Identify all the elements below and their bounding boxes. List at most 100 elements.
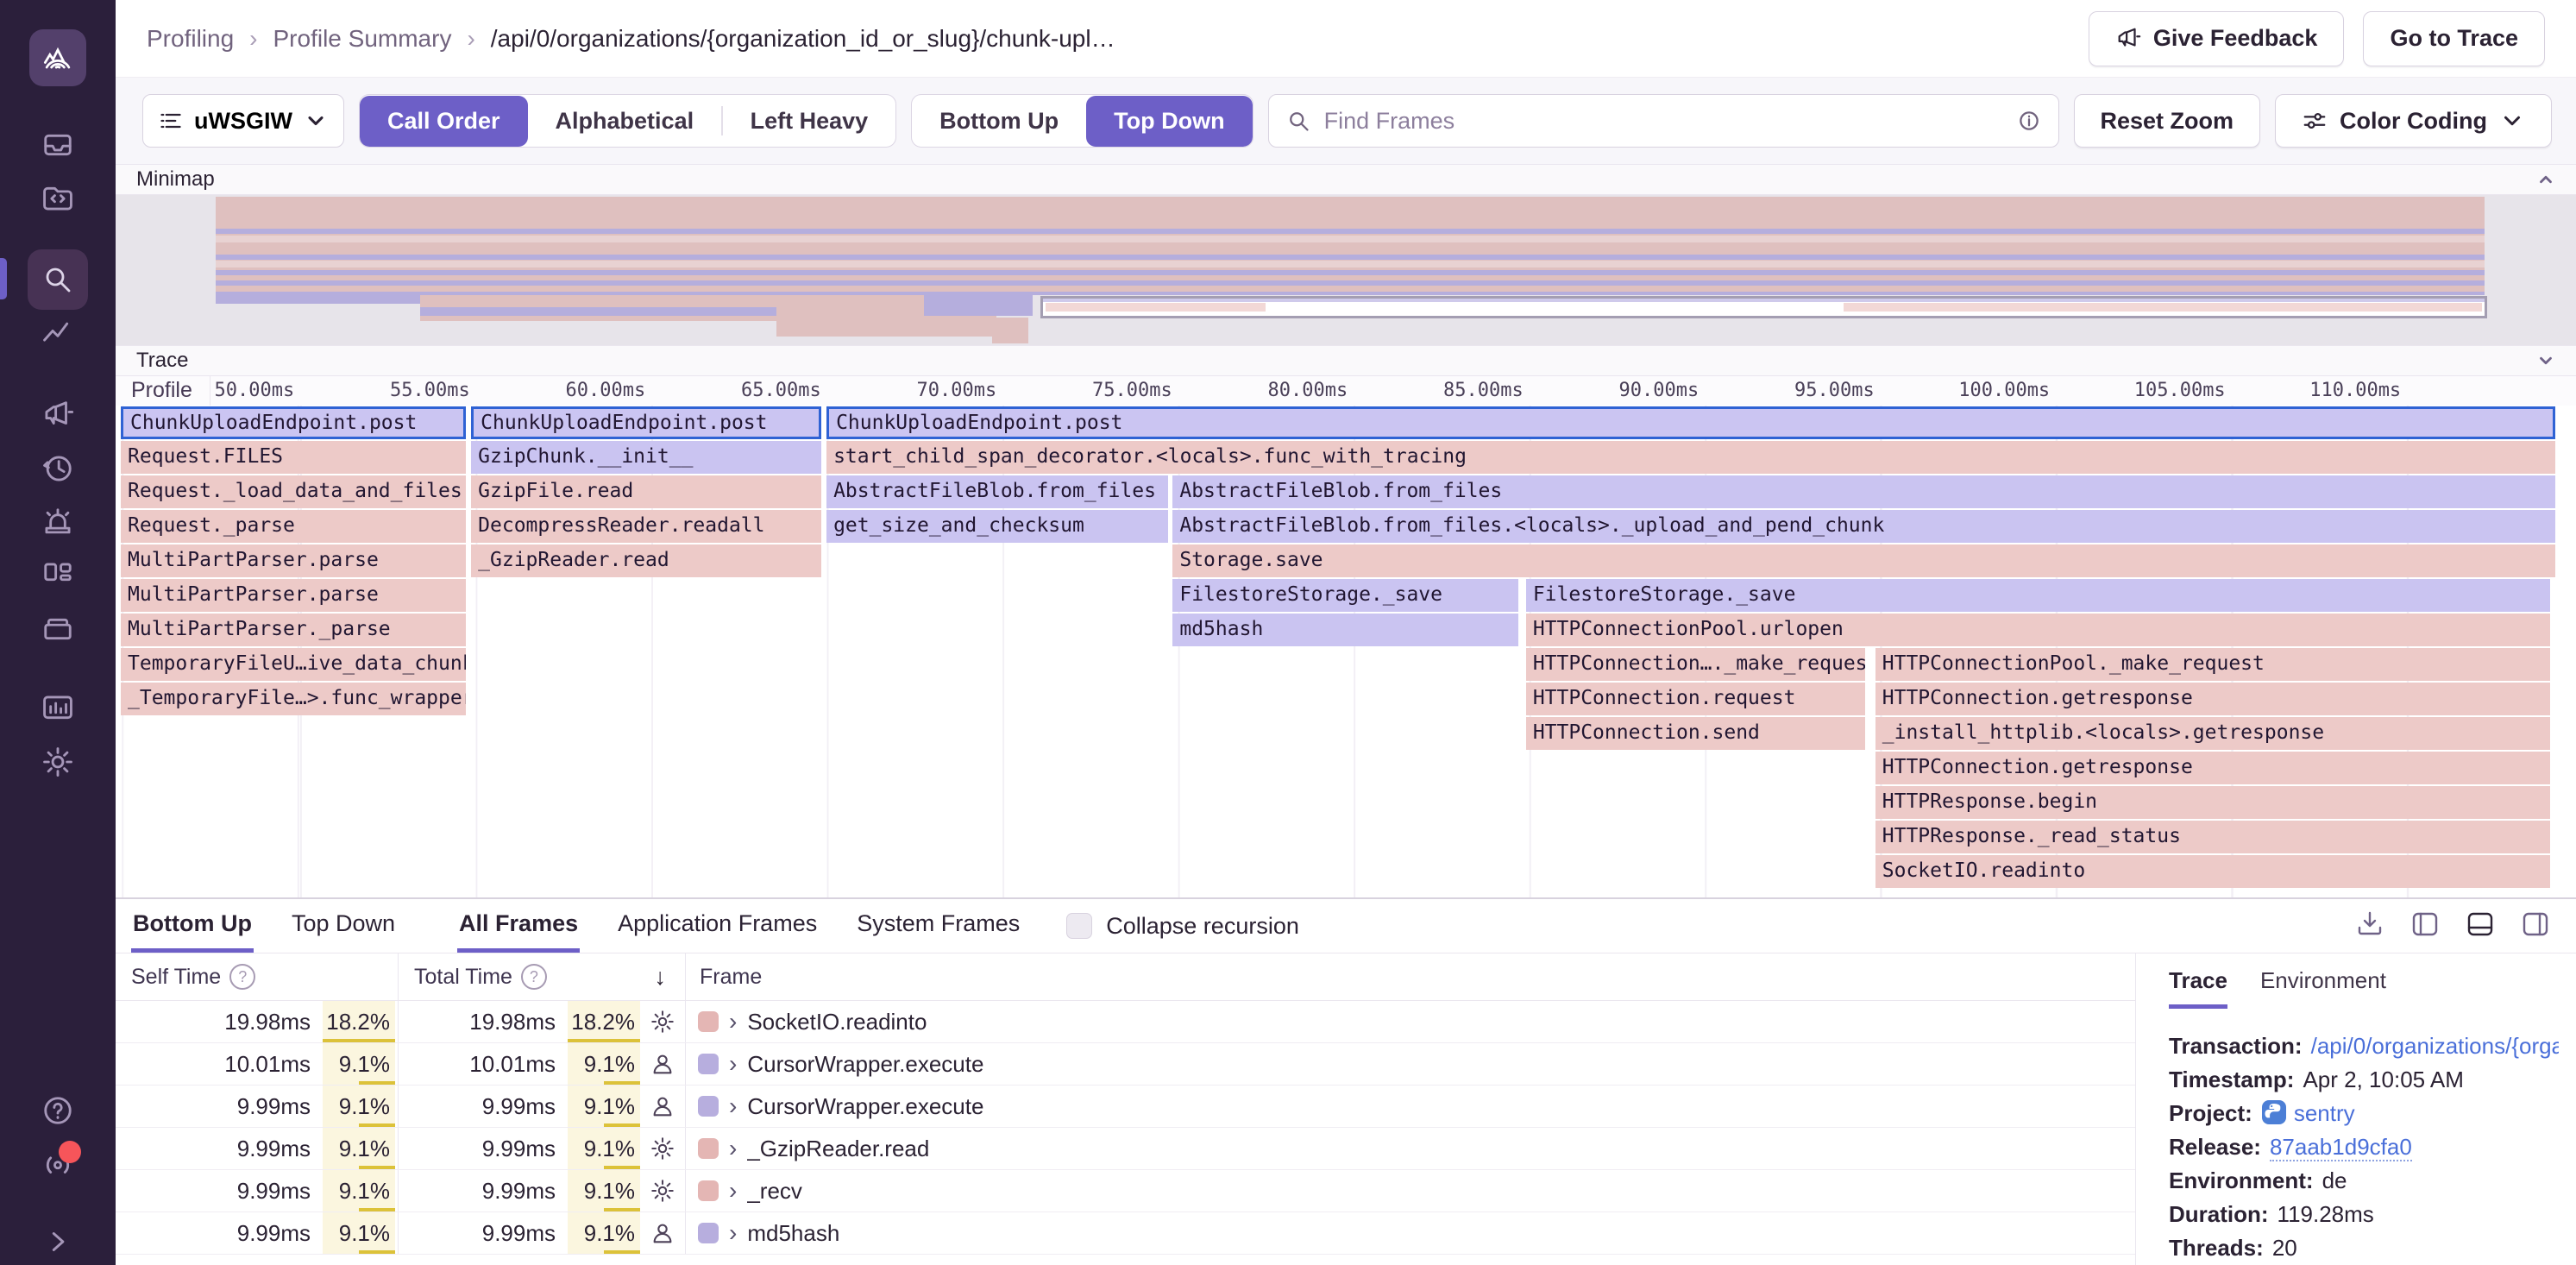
sort-left-heavy[interactable]: Left Heavy: [723, 96, 896, 147]
flame-frame[interactable]: HTTPResponse._read_status: [1875, 821, 2551, 853]
details-tab-environment[interactable]: Environment: [2260, 967, 2386, 1009]
column-header-frame[interactable]: Frame: [686, 953, 2135, 1000]
help-circle-icon[interactable]: ?: [229, 964, 255, 990]
flame-frame[interactable]: _TemporaryFile…>.func_wrapper: [121, 683, 466, 715]
export-profile-button[interactable]: [2355, 909, 2384, 943]
flame-frame[interactable]: HTTPConnection.send: [1526, 717, 1865, 750]
expand-chevron-icon[interactable]: ›: [729, 1008, 737, 1035]
color-coding-button[interactable]: Color Coding: [2275, 94, 2552, 148]
details-value[interactable]: sentry: [2294, 1100, 2355, 1126]
tab-top-down[interactable]: Top Down: [290, 899, 397, 953]
sidebar-expand-icon[interactable]: [41, 1225, 74, 1258]
flame-frame[interactable]: FilestoreStorage._save: [1526, 579, 2550, 612]
sidebar-item-explore[interactable]: [41, 181, 74, 214]
table-row[interactable]: 9.99ms9.1%9.99ms9.1%›_GzipReader.read: [116, 1128, 2135, 1170]
sentry-logo[interactable]: [29, 29, 86, 86]
flame-frame[interactable]: HTTPConnection.getresponse: [1875, 752, 2551, 784]
collapse-recursion-checkbox[interactable]: [1066, 913, 1092, 939]
flame-frame[interactable]: ChunkUploadEndpoint.post: [121, 406, 466, 439]
thread-selector[interactable]: uWSGIWor…: [142, 94, 344, 148]
flame-frame[interactable]: _GzipReader.read: [471, 544, 821, 577]
sidebar-item-replays[interactable]: [41, 452, 74, 485]
flame-frame[interactable]: AbstractFileBlob.from_files: [826, 475, 1167, 508]
flame-frame[interactable]: AbstractFileBlob.from_files.<locals>._up…: [1172, 510, 2555, 543]
sidebar-item-search-active[interactable]: [28, 249, 88, 310]
help-circle-icon[interactable]: ?: [521, 964, 547, 990]
flame-frame[interactable]: TemporaryFileU…ive_data_chunk: [121, 648, 466, 681]
flame-frame[interactable]: HTTPConnection…._make_request: [1526, 648, 1865, 681]
sidebar-item-issues[interactable]: [41, 129, 74, 161]
tab-all-frames[interactable]: All Frames: [457, 899, 580, 953]
flame-frame[interactable]: md5hash: [1172, 614, 1517, 646]
sort-alphabetical[interactable]: Alphabetical: [528, 96, 722, 147]
flame-frame[interactable]: SocketIO.readinto: [1875, 855, 2551, 888]
breadcrumb-profile-summary[interactable]: Profile Summary: [273, 25, 452, 53]
sidebar-item-settings[interactable]: [41, 746, 74, 778]
sidebar-item-alerts[interactable]: [41, 506, 74, 538]
details-tab-trace[interactable]: Trace: [2169, 967, 2227, 1009]
flame-frame[interactable]: HTTPConnectionPool.urlopen: [1526, 614, 2550, 646]
column-header-total-time[interactable]: Total Time ? ↓: [399, 953, 686, 1000]
flame-frame[interactable]: _install_httplib.<locals>.getresponse: [1875, 717, 2551, 750]
flame-frame[interactable]: get_size_and_checksum: [826, 510, 1167, 543]
expand-chevron-icon[interactable]: ›: [729, 1135, 737, 1162]
flame-frame[interactable]: ChunkUploadEndpoint.post: [826, 406, 2555, 439]
layout-bottom-button[interactable]: [2466, 909, 2495, 943]
info-icon[interactable]: [2017, 109, 2041, 133]
flame-frame[interactable]: FilestoreStorage._save: [1172, 579, 1517, 612]
flame-frame[interactable]: MultiPartParser.parse: [121, 579, 466, 612]
sidebar-item-stats[interactable]: [41, 692, 74, 725]
tab-application-frames[interactable]: Application Frames: [616, 899, 819, 953]
give-feedback-button[interactable]: Give Feedback: [2089, 11, 2345, 66]
expand-chevron-icon[interactable]: ›: [729, 1092, 737, 1120]
flame-frame[interactable]: start_child_span_decorator.<locals>.func…: [826, 441, 2555, 474]
minimap-viewport[interactable]: [1040, 296, 2487, 318]
expand-chevron-icon[interactable]: ›: [729, 1219, 737, 1247]
flame-frame[interactable]: GzipChunk.__init__: [471, 441, 821, 474]
table-row[interactable]: 9.99ms9.1%9.99ms9.1%›md5hash: [116, 1212, 2135, 1255]
flame-frame[interactable]: HTTPResponse.begin: [1875, 786, 2551, 819]
table-row[interactable]: 9.99ms9.1%9.99ms9.1%›_recv: [116, 1170, 2135, 1212]
sidebar-item-performance[interactable]: [41, 318, 74, 350]
flame-frame[interactable]: Storage.save: [1172, 544, 2555, 577]
whats-new-icon[interactable]: [41, 1148, 74, 1180]
sort-descending-icon[interactable]: ↓: [655, 964, 667, 991]
sidebar-item-dashboards[interactable]: [41, 559, 74, 592]
layout-left-button[interactable]: [2410, 909, 2440, 943]
direction-top-down[interactable]: Top Down: [1086, 96, 1252, 147]
sidebar-item-feedback[interactable]: [41, 399, 74, 431]
flame-frame[interactable]: Request._parse: [121, 510, 466, 543]
flame-frame[interactable]: ChunkUploadEndpoint.post: [471, 406, 821, 439]
sidebar-item-projects[interactable]: [41, 613, 74, 645]
tab-system-frames[interactable]: System Frames: [855, 899, 1021, 953]
sort-call-order[interactable]: Call Order: [360, 96, 528, 147]
reset-zoom-button[interactable]: Reset Zoom: [2074, 94, 2261, 148]
column-header-self-time[interactable]: Self Time ?: [116, 953, 399, 1000]
expand-chevron-icon[interactable]: ›: [729, 1177, 737, 1205]
flame-frame[interactable]: HTTPConnectionPool._make_request: [1875, 648, 2551, 681]
help-icon[interactable]: [41, 1094, 74, 1127]
tab-bottom-up[interactable]: Bottom Up: [131, 899, 254, 953]
flame-frame[interactable]: DecompressReader.readall: [471, 510, 821, 543]
breadcrumb-profiling[interactable]: Profiling: [147, 25, 234, 53]
direction-bottom-up[interactable]: Bottom Up: [912, 96, 1086, 147]
flamegraph-canvas[interactable]: ChunkUploadEndpoint.postChunkUploadEndpo…: [116, 406, 2576, 897]
flame-frame[interactable]: MultiPartParser._parse: [121, 614, 466, 646]
find-frames-input[interactable]: [1323, 107, 2005, 135]
flame-frame[interactable]: MultiPartParser.parse: [121, 544, 466, 577]
layout-right-button[interactable]: [2521, 909, 2550, 943]
chevron-down-icon[interactable]: [2536, 351, 2555, 370]
table-row[interactable]: 9.99ms9.1%9.99ms9.1%›CursorWrapper.execu…: [116, 1086, 2135, 1128]
flame-frame[interactable]: Request.FILES: [121, 441, 466, 474]
flame-frame[interactable]: GzipFile.read: [471, 475, 821, 508]
details-value[interactable]: /api/0/organizations/{organ…: [2311, 1033, 2559, 1059]
flame-frame[interactable]: HTTPConnection.getresponse: [1875, 683, 2551, 715]
go-to-trace-button[interactable]: Go to Trace: [2363, 11, 2545, 66]
minimap-canvas[interactable]: [116, 195, 2576, 345]
expand-chevron-icon[interactable]: ›: [729, 1050, 737, 1078]
table-row[interactable]: 10.01ms9.1%10.01ms9.1%›CursorWrapper.exe…: [116, 1043, 2135, 1086]
table-row[interactable]: 19.98ms18.2%19.98ms18.2%›SocketIO.readin…: [116, 1001, 2135, 1043]
flame-frame[interactable]: HTTPConnection.request: [1526, 683, 1865, 715]
chevron-up-icon[interactable]: [2536, 170, 2555, 189]
flame-frame[interactable]: AbstractFileBlob.from_files: [1172, 475, 2555, 508]
